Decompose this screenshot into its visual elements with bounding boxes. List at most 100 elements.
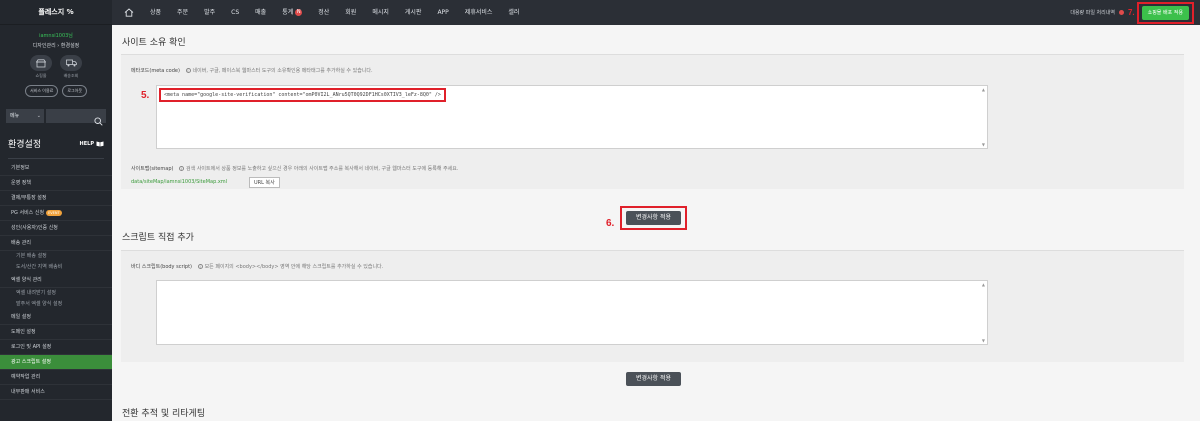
shortcut-store-label: 쇼핑몰 [35, 73, 47, 78]
sidebar-item-label: 운영 정책 [11, 180, 31, 186]
chevron-down-icon: ⌄ [36, 113, 41, 119]
nav-item[interactable]: 상품 [142, 0, 169, 25]
sitemap-url-link[interactable]: data/siteMap/iamnsi1003/SiteMap.xml [131, 179, 227, 185]
sidebar-item-label: 엑셀 내려받기 설정 [16, 290, 56, 296]
shortcut-delivery[interactable]: 배송조회 [60, 55, 82, 79]
user-block: iamnsi1003님 디자인관리 › 환경설정 [0, 25, 112, 49]
sidebar-subitem[interactable]: 엑셀 내려받기 설정 [0, 288, 112, 299]
nav-item[interactable]: CS [223, 0, 247, 25]
home-icon[interactable] [116, 0, 142, 25]
user-name: iamnsi1003님 [39, 33, 73, 39]
scroll-down-icon[interactable]: ▼ [982, 338, 985, 343]
meta-code-label-text: 메타코드(meta code) [131, 68, 180, 74]
nav-item[interactable]: 셀러 [500, 0, 527, 25]
sidebar-item[interactable]: 운영 정책 [0, 176, 112, 191]
body-script-label: 바디 스크립트(body script) i 모든 페이지의 <body></bo… [131, 263, 383, 270]
site-ownership-title: 사이트 소유 확인 [122, 38, 186, 48]
sidebar-item[interactable]: 예약작업 관리 [0, 370, 112, 385]
sidebar-item-label: 기본 배송 설정 [16, 253, 47, 259]
nav-item-label: 매출 [255, 9, 267, 16]
top-nav: 상품 주문 발주 CS 매출 통계 N 정산 회원 메시지 게시판 APP 제휴서비스 셀러 대용량 파일… [112, 0, 1200, 25]
scroll-up-icon[interactable]: ▲ [982, 282, 985, 287]
bulk-file-history-link[interactable]: 대용량 파일 처리내역 [1070, 9, 1115, 16]
info-icon: i [197, 264, 203, 269]
nav-item-label: 주문 [177, 9, 189, 16]
nav-item[interactable]: 통계 N [274, 0, 310, 25]
apply-script-changes-button[interactable]: 변경사항 적용 [626, 372, 682, 386]
body-script-hint-text: 모든 페이지의 <body></body> 영역 안에 해당 스크립트를 추가하… [204, 264, 384, 270]
service-fee-button[interactable]: 서비스 이용료 [24, 85, 59, 97]
nav-item[interactable]: 발주 [196, 0, 223, 25]
deploy-to-shop-button[interactable]: 쇼핑몰 배포 적용 [1141, 5, 1189, 20]
scroll-down-icon[interactable]: ▼ [982, 142, 985, 147]
nav-item[interactable]: 제휴서비스 [457, 0, 501, 25]
menu-search-select-value: 메뉴 [10, 113, 20, 119]
help-label: HELP [79, 140, 94, 147]
search-icon[interactable] [94, 111, 103, 130]
sitemap-label-text: 사이트맵(sitemap) [131, 166, 174, 172]
sidebar-item-label: 엑셀 양식 관리 [11, 277, 42, 283]
site-ownership-panel: 메타코드(meta code) i 네이버, 구글, 페이스북 웹마스터 도구의 … [121, 54, 1184, 189]
nav-item[interactable]: 매출 [247, 0, 274, 25]
sidebar-item[interactable]: 배송 관리 [0, 236, 112, 251]
nav-item[interactable]: APP [429, 0, 456, 25]
sidebar-item-label: 성인(사용자)인증 신청 [11, 225, 58, 231]
step-7-label: 7. [1127, 8, 1135, 17]
logout-button[interactable]: 로그아웃 [62, 85, 88, 97]
conversion-tracking-title: 전환 추적 및 리타게팅 [122, 409, 206, 419]
apply-changes-button[interactable]: 변경사항 적용 [626, 211, 682, 225]
highlight-frame-apply-button: 변경사항 적용 [620, 206, 688, 230]
nav-item-label: CS [231, 9, 240, 16]
sidebar-item-label: 내부판매 서비스 [11, 389, 45, 395]
logo[interactable]: 플레스지 % [0, 0, 112, 25]
nav-item[interactable]: 회원 [337, 0, 364, 25]
sidebar-item[interactable]: PG 서비스 신청 EVENT [0, 206, 112, 221]
script-section-title: 스크립트 직접 추가 [122, 233, 194, 243]
nav-item[interactable]: 게시판 [397, 0, 430, 25]
nav-item[interactable]: 메시지 [364, 0, 397, 25]
sidebar-menu: 기본정보운영 정책결제/무통장 설정 PG 서비스 신청 EVENT 성인(사용자)인… [0, 161, 112, 400]
body-script-hint: i 모든 페이지의 <body></body> 영역 안에 해당 스크립트를 추가… [197, 264, 384, 270]
sidebar-subitem[interactable]: 기본 배송 설정 [0, 251, 112, 262]
sidebar: 플레스지 % iamnsi1003님 디자인관리 › 환경설정 쇼핑몰 배송조회… [0, 0, 112, 421]
sidebar-item[interactable]: 결제/무통장 설정 [0, 191, 112, 206]
sitemap-hint-text: 검색 사이트에서 상품 정보를 노출하고 싶으신 경우 아래의 사이트맵 주소를… [186, 166, 459, 172]
script-panel: 바디 스크립트(body script) i 모든 페이지의 <body></bo… [121, 250, 1184, 362]
nav-item[interactable]: 정산 [310, 0, 337, 25]
nav-item[interactable]: 주문 [169, 0, 196, 25]
sidebar-subitem[interactable]: 도서/산간 지역 배송비 [0, 262, 112, 273]
sidebar-item[interactable]: 메일 설정 [0, 310, 112, 325]
sidebar-item[interactable]: 내부판매 서비스 [0, 385, 112, 400]
sidebar-item-label: 광고 스크립트 설정 [11, 359, 51, 365]
breadcrumb: 디자인관리 › 환경설정 [32, 43, 80, 49]
sidebar-item[interactable]: 기본정보 [0, 161, 112, 176]
new-badge: N [295, 9, 303, 16]
sitemap-label: 사이트맵(sitemap) i 검색 사이트에서 상품 정보를 노출하고 싶으신 … [131, 165, 458, 172]
nav-item-label: 정산 [318, 9, 330, 16]
shortcut-delivery-label: 배송조회 [63, 73, 79, 78]
info-icon: i [179, 166, 185, 171]
scroll-up-icon[interactable]: ▲ [982, 87, 985, 92]
meta-code-label: 메타코드(meta code) i 네이버, 구글, 페이스북 웹마스터 도구의 … [131, 67, 373, 74]
sidebar-item[interactable]: 도메인 설정 [0, 325, 112, 340]
sidebar-item-label: 도메인 설정 [11, 329, 36, 335]
url-copy-button[interactable]: URL 복사 [249, 177, 280, 188]
sidebar-item[interactable]: 로그인 및 API 설정 [0, 340, 112, 355]
menu-search-input[interactable] [46, 109, 106, 126]
nav-item-label: 셀러 [508, 9, 520, 16]
shortcut-store[interactable]: 쇼핑몰 [30, 55, 52, 79]
sidebar-item[interactable]: 엑셀 양식 관리 [0, 273, 112, 288]
sidebar-item[interactable]: 광고 스크립트 설정 [0, 355, 112, 370]
meta-code-textarea[interactable]: <meta name="google-site-verification" co… [156, 85, 988, 149]
meta-code-value: <meta name="google-site-verification" co… [159, 88, 446, 102]
settings-title: 환경설정 [8, 140, 42, 150]
nav-item-label: 통계 [282, 9, 294, 16]
sitemap-hint: i 검색 사이트에서 상품 정보를 노출하고 싶으신 경우 아래의 사이트맵 주소… [179, 166, 458, 172]
sidebar-subitem[interactable]: 발주서 엑셀 양식 설정 [0, 299, 112, 310]
body-script-textarea[interactable]: ▲ ▼ [156, 280, 988, 345]
notification-dot [1118, 10, 1124, 15]
nav-item-label: 상품 [150, 9, 162, 16]
sidebar-item[interactable]: 성인(사용자)인증 신청 [0, 221, 112, 236]
menu-search-select[interactable]: 메뉴 ⌄ [6, 109, 44, 123]
help-button[interactable]: HELP [80, 141, 104, 147]
